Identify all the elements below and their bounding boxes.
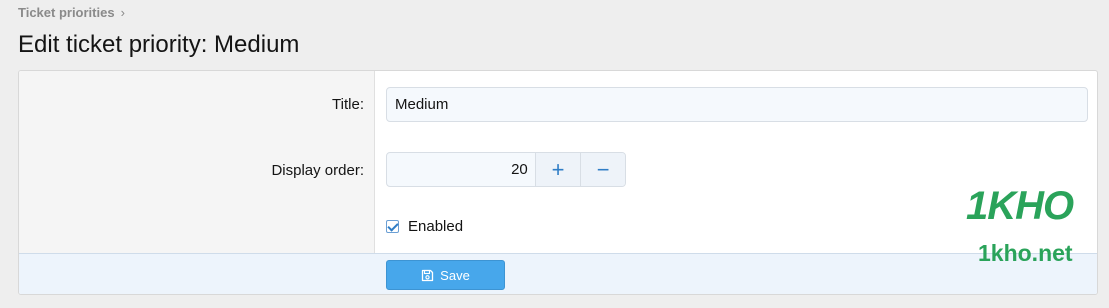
save-button[interactable]: Save	[386, 260, 505, 290]
enabled-option[interactable]: Enabled	[386, 218, 463, 235]
save-label: Save	[440, 267, 470, 283]
decrement-button[interactable]: −	[580, 153, 625, 186]
page-title: Edit ticket priority: Medium	[18, 31, 300, 58]
enabled-label: Enabled	[408, 218, 464, 235]
title-input[interactable]: Medium	[386, 87, 1088, 122]
chevron-right-icon: ›	[120, 5, 125, 20]
edit-priority-form: Title: Display order: Medium 20 + − Enab…	[18, 70, 1098, 295]
watermark: 1KHO 1kho.net	[958, 186, 1098, 268]
display-order-label: Display order:	[271, 162, 364, 179]
display-order-stepper: 20 + −	[386, 152, 626, 187]
form-submit-row: Save	[19, 253, 1097, 294]
breadcrumb: Ticket priorities ›	[18, 5, 125, 20]
label-column: Title: Display order:	[19, 71, 375, 253]
watermark-url: 1kho.net	[978, 240, 1073, 266]
enabled-checkbox[interactable]	[386, 220, 399, 233]
title-label: Title:	[332, 96, 364, 113]
increment-button[interactable]: +	[535, 153, 581, 186]
display-order-input[interactable]: 20	[387, 153, 536, 186]
floppy-disk-icon	[421, 269, 434, 282]
breadcrumb-item-ticket-priorities[interactable]: Ticket priorities	[18, 5, 115, 20]
watermark-logo: 1KHO	[966, 184, 1074, 228]
